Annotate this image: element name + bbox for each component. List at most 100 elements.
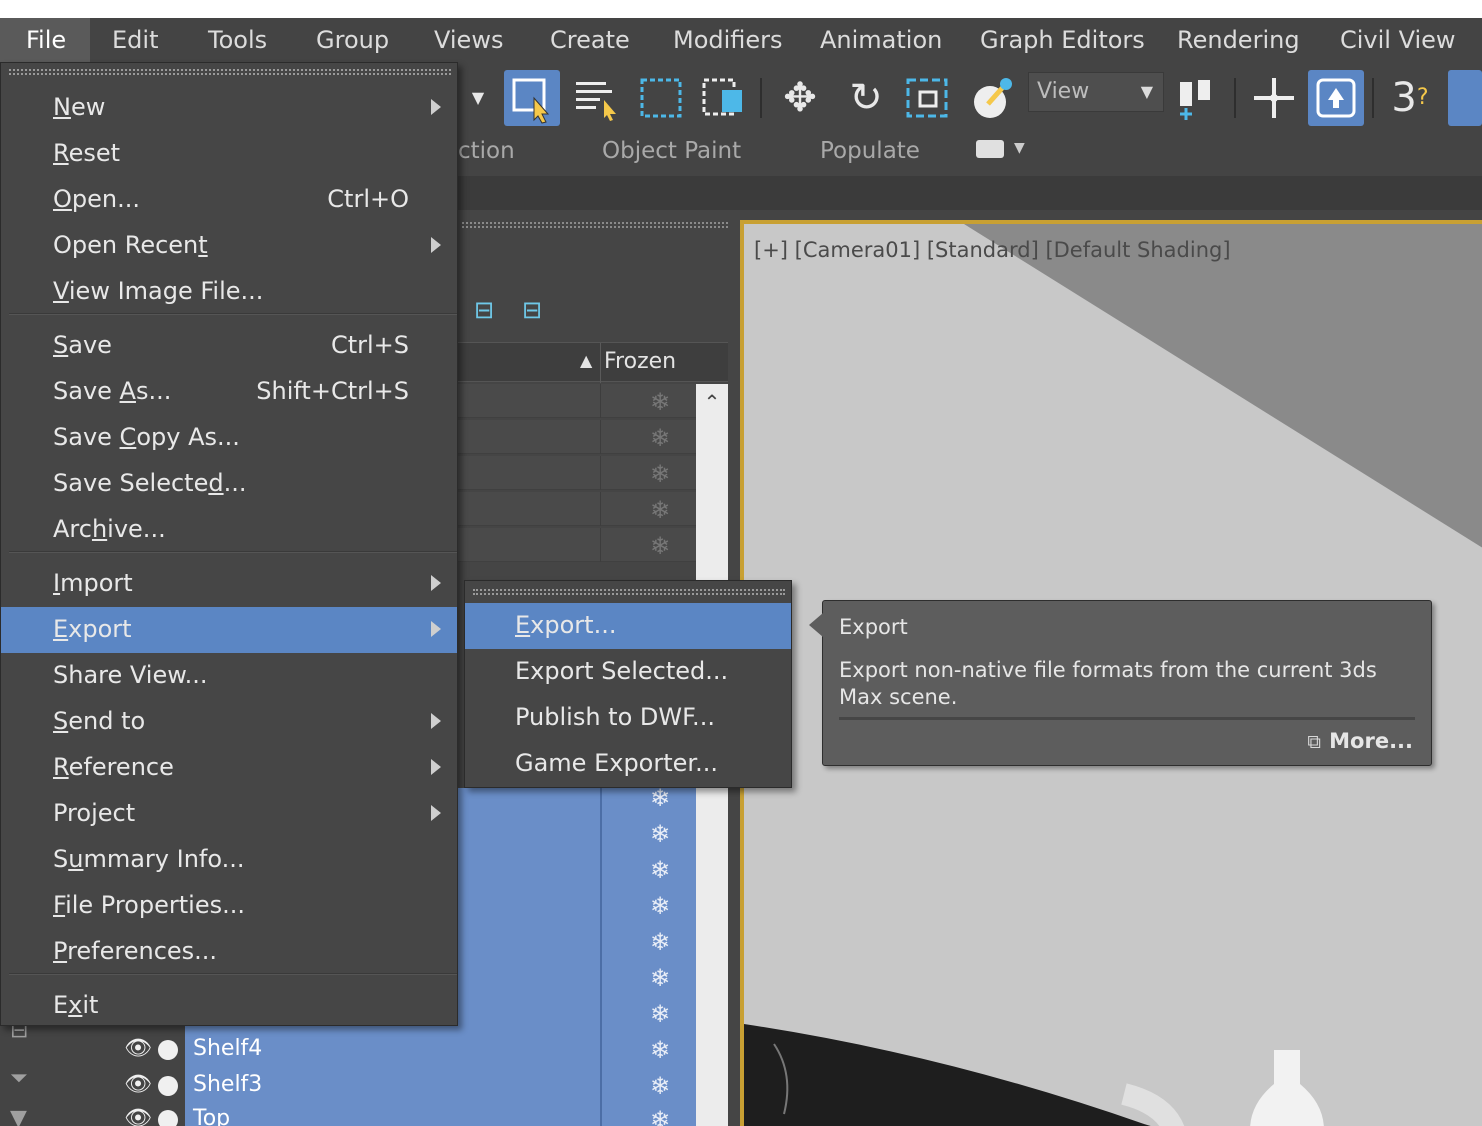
- menu-group[interactable]: Group: [316, 18, 389, 62]
- snaps-toggle-icon[interactable]: 3?: [1382, 70, 1438, 126]
- menu-item-open[interactable]: Open... Ctrl+O: [1, 177, 457, 223]
- keyboard-shortcut-override-icon[interactable]: [1308, 70, 1364, 126]
- menu-item-save-copy-as[interactable]: Save Copy As...: [1, 415, 457, 461]
- scale-icon[interactable]: [900, 70, 956, 126]
- filter-icon[interactable]: ⏷: [10, 1066, 28, 1091]
- ribbon-options-icon[interactable]: [976, 140, 1004, 158]
- external-link-icon[interactable]: ⧉: [1307, 731, 1321, 753]
- visibility-eye-icon[interactable]: 👁: [124, 1036, 152, 1061]
- scroll-up-icon[interactable]: ⌃: [696, 384, 728, 420]
- menu-item-label: Reset: [53, 139, 121, 167]
- menu-civil-view[interactable]: Civil View: [1340, 18, 1456, 62]
- frozen-snowflake-icon[interactable]: ❄: [650, 856, 670, 884]
- menu-edit[interactable]: Edit: [112, 18, 158, 62]
- frozen-snowflake-icon[interactable]: ❄: [650, 388, 670, 416]
- move-icon[interactable]: ✥: [772, 70, 828, 126]
- menu-animation[interactable]: Animation: [820, 18, 942, 62]
- viewport-label[interactable]: [+] [Camera01] [Standard] [Default Shadi…: [754, 238, 1231, 262]
- menu-item-send-to[interactable]: Send to: [1, 699, 457, 745]
- menu-item-project[interactable]: Project: [1, 791, 457, 837]
- view-selector-label: View: [1037, 79, 1090, 104]
- menu-item-exit[interactable]: Exit: [1, 983, 457, 1029]
- frozen-snowflake-icon[interactable]: ❄: [650, 928, 670, 956]
- frozen-snowflake-icon[interactable]: ❄: [650, 1106, 670, 1126]
- menu-graph-editors[interactable]: Graph Editors: [980, 18, 1145, 62]
- chevron-down-icon[interactable]: ▼: [468, 70, 488, 126]
- chevron-down-icon[interactable]: ▼: [1014, 140, 1025, 156]
- ribbon-tab-object-paint[interactable]: Object Paint: [602, 138, 741, 164]
- hierarchy-icon[interactable]: ⊟: [474, 296, 494, 324]
- menu-item-preferences[interactable]: Preferences...: [1, 929, 457, 975]
- pivot-center-icon[interactable]: [1170, 70, 1226, 126]
- reference-coordinate-dropdown[interactable]: View ▼: [1028, 72, 1164, 112]
- sort-ascending-icon: ▲: [580, 351, 593, 370]
- menu-item-archive[interactable]: Archive...: [1, 507, 457, 553]
- menu-item-export[interactable]: Export: [1, 607, 457, 653]
- menu-tools[interactable]: Tools: [208, 18, 267, 62]
- rectangular-selection-icon[interactable]: [634, 70, 690, 126]
- submenu-arrow-icon: [431, 575, 441, 591]
- frozen-snowflake-icon[interactable]: ❄: [650, 532, 670, 560]
- menu-file[interactable]: File: [0, 18, 90, 62]
- explorer-column-header[interactable]: ▲ Frozen: [458, 342, 728, 383]
- menu-item-open-recent[interactable]: Open Recent: [1, 223, 457, 269]
- render-dot-icon[interactable]: [158, 1110, 178, 1126]
- render-dot-icon[interactable]: [158, 1040, 178, 1060]
- menu-grip[interactable]: [9, 69, 451, 75]
- render-dot-icon[interactable]: [158, 1076, 178, 1096]
- frozen-snowflake-icon[interactable]: ❄: [650, 964, 670, 992]
- menu-item-new[interactable]: New: [1, 85, 457, 131]
- frozen-snowflake-icon[interactable]: ❄: [650, 784, 670, 812]
- panel-grip[interactable]: [462, 222, 728, 228]
- menu-item-share-view[interactable]: Share View...: [1, 653, 457, 699]
- submenu-item-export[interactable]: Export...: [465, 603, 791, 649]
- select-by-name-icon[interactable]: [568, 70, 624, 126]
- frozen-snowflake-icon[interactable]: ❄: [650, 460, 670, 488]
- select-object-icon[interactable]: [504, 70, 560, 126]
- frozen-snowflake-icon[interactable]: ❄: [650, 1072, 670, 1100]
- menu-item-view-image-file[interactable]: View Image File...: [1, 269, 457, 315]
- frozen-snowflake-icon[interactable]: ❄: [650, 1036, 670, 1064]
- submenu-item-label: Game Exporter...: [515, 749, 718, 777]
- ribbon-tab-selection[interactable]: ction: [458, 138, 515, 164]
- ribbon-tab-populate[interactable]: Populate: [820, 138, 920, 164]
- menu-rendering[interactable]: Rendering: [1177, 18, 1300, 62]
- menu-create[interactable]: Create: [550, 18, 630, 62]
- menu-item-reset[interactable]: Reset: [1, 131, 457, 177]
- angle-snap-icon[interactable]: [1448, 70, 1482, 126]
- chevron-down-icon[interactable]: ▼: [10, 1106, 27, 1126]
- rotate-icon[interactable]: ↻: [838, 70, 894, 126]
- list-item[interactable]: Top: [193, 1106, 230, 1126]
- visibility-eye-icon[interactable]: 👁: [124, 1106, 152, 1126]
- window-crossing-icon[interactable]: [696, 70, 752, 126]
- select-manipulate-icon[interactable]: [1246, 70, 1302, 126]
- link-icon[interactable]: [964, 70, 1020, 126]
- menu-item-import[interactable]: Import: [1, 561, 457, 607]
- shelf-object: [744, 1024, 1151, 1126]
- menu-item-reference[interactable]: Reference: [1, 745, 457, 791]
- frozen-snowflake-icon[interactable]: ❄: [650, 1000, 670, 1028]
- frozen-snowflake-icon[interactable]: ❄: [650, 820, 670, 848]
- submenu-item-export-selected[interactable]: Export Selected...: [465, 649, 791, 695]
- list-item[interactable]: Shelf4: [193, 1036, 262, 1061]
- menu-views[interactable]: Views: [434, 18, 503, 62]
- list-item[interactable]: Shelf3: [193, 1072, 262, 1097]
- frozen-snowflake-icon[interactable]: ❄: [650, 424, 670, 452]
- hierarchy-icon[interactable]: ⊟: [522, 296, 542, 324]
- submenu-arrow-icon: [431, 99, 441, 115]
- submenu-item-game-exporter[interactable]: Game Exporter...: [465, 741, 791, 787]
- submenu-item-publish-to-dwf[interactable]: Publish to DWF...: [465, 695, 791, 741]
- menu-item-label: Save Selected...: [53, 469, 247, 497]
- menu-item-summary-info[interactable]: Summary Info...: [1, 837, 457, 883]
- menu-modifiers[interactable]: Modifiers: [673, 18, 783, 62]
- tooltip-more-link[interactable]: More...: [1329, 729, 1413, 753]
- frozen-snowflake-icon[interactable]: ❄: [650, 892, 670, 920]
- visibility-eye-icon[interactable]: 👁: [124, 1072, 152, 1097]
- menu-item-save-as[interactable]: Save As... Shift+Ctrl+S: [1, 369, 457, 415]
- menu-item-save-selected[interactable]: Save Selected...: [1, 461, 457, 507]
- submenu-arrow-icon: [431, 713, 441, 729]
- submenu-grip[interactable]: [473, 589, 785, 595]
- menu-item-save[interactable]: Save Ctrl+S: [1, 323, 457, 369]
- frozen-snowflake-icon[interactable]: ❄: [650, 496, 670, 524]
- menu-item-file-properties[interactable]: File Properties...: [1, 883, 457, 929]
